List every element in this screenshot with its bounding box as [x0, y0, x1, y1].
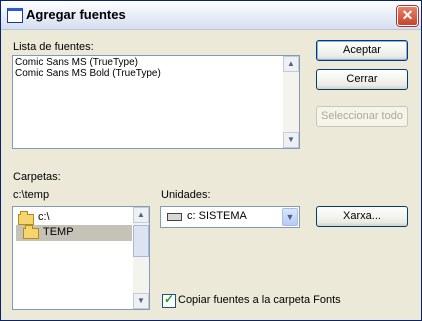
- copy-fonts-checkbox[interactable]: ✓: [162, 292, 176, 308]
- drive-icon: [167, 213, 182, 221]
- font-item[interactable]: Comic Sans MS Bold (TrueType): [15, 68, 161, 79]
- copy-fonts-label[interactable]: Copiar fuentes a la carpeta Fonts: [178, 294, 341, 306]
- select-all-button[interactable]: Seleccionar todo: [316, 106, 408, 127]
- title-bar[interactable]: Agregar fuentes ✕: [1, 1, 421, 30]
- chevron-down-icon[interactable]: ▼: [282, 208, 298, 226]
- current-path: c:\temp: [13, 189, 50, 201]
- scroll-thumb[interactable]: [133, 225, 149, 257]
- scroll-up-icon[interactable]: ▲: [133, 207, 149, 223]
- folder-open-icon: [23, 225, 39, 239]
- folders-label: Carpetas:: [13, 171, 61, 183]
- close-icon[interactable]: ✕: [397, 6, 418, 26]
- check-icon: ✓: [164, 292, 175, 306]
- scroll-down-icon[interactable]: ▼: [283, 132, 299, 148]
- folder-item-label: TEMP: [43, 226, 74, 238]
- fonts-list-scrollbar[interactable]: ▲ ▼: [283, 56, 299, 148]
- folder-item-selected[interactable]: TEMP: [16, 225, 132, 241]
- network-button[interactable]: Xarxa...: [316, 206, 408, 227]
- scroll-down-icon[interactable]: ▼: [133, 293, 149, 309]
- drive-selected: c: SISTEMA: [187, 210, 247, 222]
- accept-button[interactable]: Aceptar: [316, 40, 408, 61]
- font-item[interactable]: Comic Sans MS (TrueType): [15, 57, 138, 68]
- fonts-listbox[interactable]: Comic Sans MS (TrueType) Comic Sans MS B…: [12, 55, 300, 149]
- drives-dropdown[interactable]: c: SISTEMA ▼: [160, 206, 300, 228]
- folders-scrollbar[interactable]: ▲ ▼: [133, 207, 149, 309]
- folders-listbox[interactable]: c:\ TEMP ▲ ▼: [12, 206, 150, 310]
- folder-item[interactable]: c:\: [38, 211, 50, 223]
- close-button[interactable]: Cerrar: [316, 69, 408, 90]
- folder-open-icon: [18, 211, 34, 225]
- fonts-list-label: Lista de fuentes:: [13, 41, 94, 53]
- scroll-up-icon[interactable]: ▲: [283, 56, 299, 72]
- drives-label: Unidades:: [161, 189, 211, 201]
- add-fonts-dialog: Agregar fuentes ✕ Lista de fuentes: Comi…: [0, 0, 422, 321]
- dialog-title: Agregar fuentes: [26, 7, 126, 22]
- window-icon: [7, 8, 23, 23]
